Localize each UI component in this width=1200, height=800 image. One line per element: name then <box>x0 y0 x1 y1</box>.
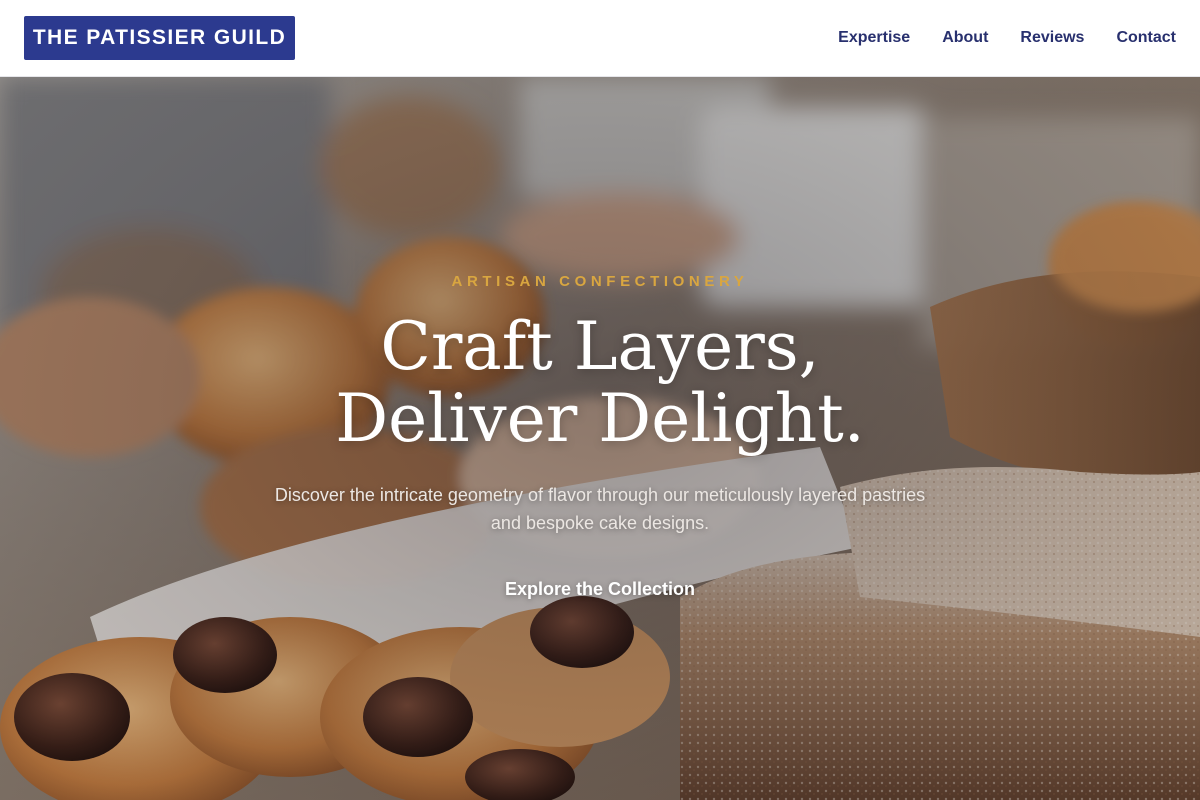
hero-section: ARTISAN CONFECTIONERY Craft Layers, Deli… <box>0 77 1200 800</box>
nav-link-about[interactable]: About <box>942 29 988 47</box>
hero-headline-line-2: Deliver Delight. <box>335 380 865 457</box>
site-header: THE PATISSIER GUILD Expertise About Revi… <box>0 0 1200 77</box>
explore-collection-button[interactable]: Explore the Collection <box>470 573 730 605</box>
nav-link-reviews[interactable]: Reviews <box>1020 29 1084 47</box>
hero-headline-line-1: Craft Layers, <box>380 308 820 385</box>
main-nav: Expertise About Reviews Contact <box>838 26 1176 50</box>
hero-content: ARTISAN CONFECTIONERY Craft Layers, Deli… <box>0 77 1200 800</box>
hero-subtitle: Discover the intricate geometry of flavo… <box>274 485 926 533</box>
brand-logo[interactable]: THE PATISSIER GUILD <box>24 16 295 60</box>
nav-link-contact[interactable]: Contact <box>1116 29 1176 47</box>
hero-eyebrow: ARTISAN CONFECTIONERY <box>451 273 749 290</box>
hero-headline: Craft Layers, Deliver Delight. <box>0 311 1200 455</box>
nav-link-expertise[interactable]: Expertise <box>838 29 910 47</box>
brand-logo-text: THE PATISSIER GUILD <box>32 26 287 49</box>
